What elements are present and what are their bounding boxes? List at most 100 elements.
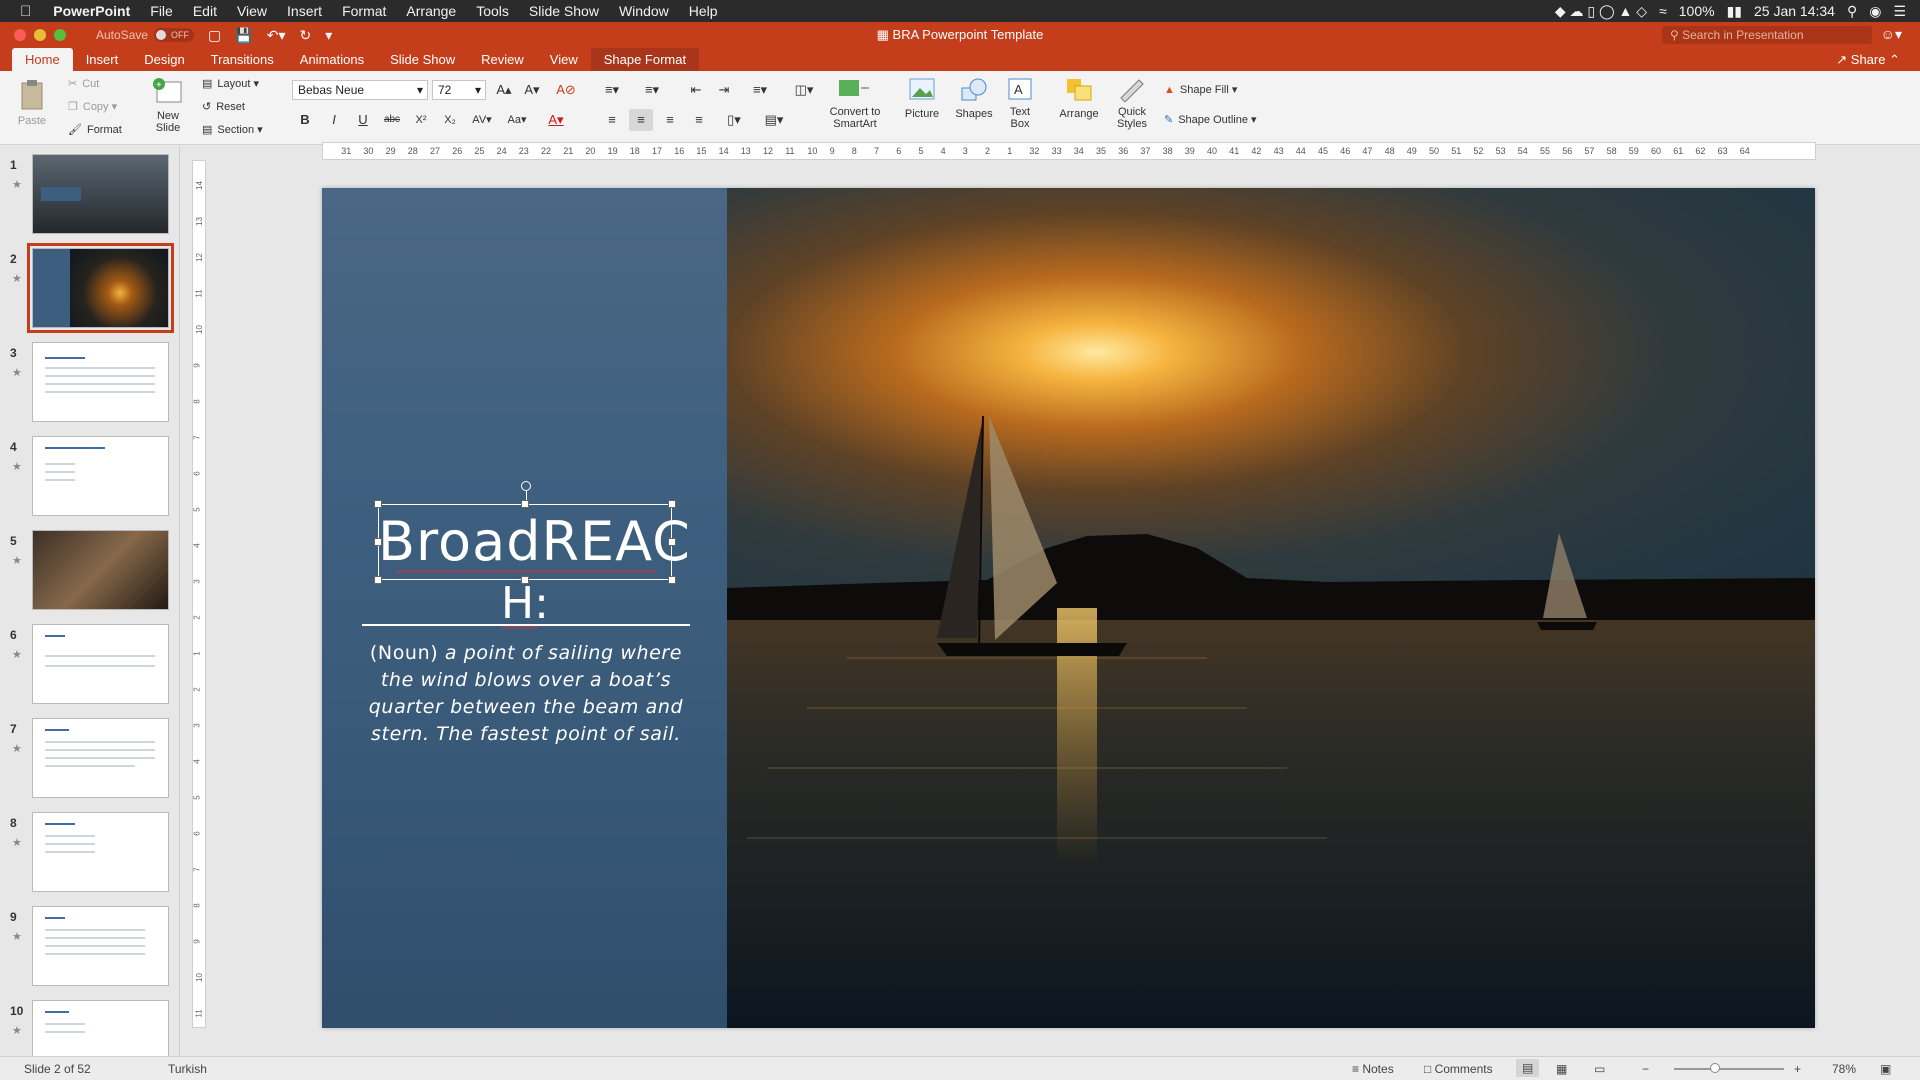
apple-icon[interactable]:  [0, 3, 43, 20]
align-left-icon[interactable]: ≡ [600, 109, 624, 131]
text-direction-icon[interactable]: ▯▾ [722, 109, 746, 131]
justify-icon[interactable]: ≡ [687, 109, 711, 131]
convert-to-smartart-button[interactable]: Convert to SmartArt [826, 76, 884, 130]
comments-button[interactable]: □ Comments [1424, 1062, 1493, 1076]
bold-button[interactable]: B [293, 109, 317, 131]
superscript-button[interactable]: X² [409, 109, 433, 131]
clock[interactable]: 25 Jan 14:34 [1754, 3, 1835, 19]
decrease-indent-icon[interactable]: ⇤ [684, 79, 708, 101]
tab-view[interactable]: View [537, 48, 591, 71]
status-icons[interactable]: ◆ ☁ ▯ ◯ ▲ ◇ [1555, 3, 1647, 20]
strikethrough-button[interactable]: abc [380, 109, 404, 131]
line-spacing-icon[interactable]: ≡▾ [748, 79, 772, 101]
tab-animations[interactable]: Animations [287, 48, 377, 71]
slide-thumbnails-pane[interactable]: 1 ★ 2 ★ 3 ★ 4 ★ 5 ★ 6 ★ 7 ★ 8 ★ 9 ★ 10 ★ [0, 146, 180, 1058]
zoom-slider[interactable] [1674, 1063, 1784, 1073]
zoom-window-button[interactable] [54, 29, 66, 41]
notes-button[interactable]: ≡ Notes [1352, 1062, 1394, 1076]
resize-handle-ne[interactable] [668, 500, 676, 508]
zoom-out-button[interactable]: − [1642, 1062, 1649, 1076]
horizontal-ruler[interactable]: 31 30 29 28 27 26 25 24 23 22 21 20 19 18 17 16 15 14 13 12… [322, 142, 1816, 160]
normal-view-icon[interactable]: ▤ [1516, 1059, 1540, 1077]
character-spacing-button[interactable]: AV▾ [470, 109, 494, 131]
vertical-ruler[interactable]: 14 13 12 11 10 9 8 7 6 5 4 3 2 1 2 3 4 5 6 7 8 9 10 11 [192, 160, 206, 1028]
clear-formatting-icon[interactable]: A⊘ [554, 79, 578, 101]
layout-button[interactable]: ▤ Layout ▾ [202, 77, 259, 91]
siri-icon[interactable]: ◉ [1869, 3, 1881, 20]
search-input[interactable]: ⚲ Search in Presentation [1662, 26, 1872, 44]
arrange-button[interactable]: Arrange [1056, 76, 1102, 120]
fit-to-window-icon[interactable]: ▣ [1880, 1062, 1891, 1076]
menu-help[interactable]: Help [679, 3, 728, 19]
change-case-button[interactable]: Aa▾ [505, 109, 529, 131]
reset-button[interactable]: ↺ Reset [202, 100, 245, 114]
shapes-button[interactable]: Shapes [952, 76, 996, 120]
menu-slide-show[interactable]: Slide Show [519, 3, 609, 19]
shape-outline-button[interactable]: ✎ Shape Outline ▾ [1164, 113, 1257, 127]
resize-handle-nw[interactable] [374, 500, 382, 508]
sidebar-toggle-icon[interactable]: ▢ [208, 27, 221, 44]
quick-styles-button[interactable]: Quick Styles [1110, 76, 1154, 130]
section-button[interactable]: ▤ Section ▾ [202, 123, 263, 137]
bullets-icon[interactable]: ≡▾ [600, 79, 624, 101]
menu-view[interactable]: View [227, 3, 277, 19]
menu-file[interactable]: File [140, 3, 183, 19]
italic-button[interactable]: I [322, 109, 346, 131]
paste-button[interactable]: Paste [12, 79, 52, 127]
increase-font-size-button[interactable]: A▴ [492, 79, 516, 101]
menu-app-name[interactable]: PowerPoint [43, 3, 140, 19]
menu-edit[interactable]: Edit [183, 3, 227, 19]
subscript-button[interactable]: X₂ [438, 109, 462, 131]
font-color-button[interactable]: A▾ [544, 109, 568, 131]
tab-home[interactable]: Home [12, 48, 73, 71]
tab-transitions[interactable]: Transitions [198, 48, 287, 71]
tab-shape-format[interactable]: Shape Format [590, 48, 700, 71]
zoom-level[interactable]: 78% [1832, 1062, 1856, 1076]
font-name-select[interactable]: Bebas Neue ▾ [292, 80, 428, 100]
battery-percent[interactable]: 100% [1679, 3, 1715, 19]
feedback-smiley-icon[interactable]: ☺▾ [1881, 26, 1902, 43]
tab-insert[interactable]: Insert [73, 48, 132, 71]
text-box-button[interactable]: A Text Box [1002, 76, 1038, 130]
battery-icon[interactable]: ▮▮ [1727, 3, 1742, 20]
tab-slide-show[interactable]: Slide Show [377, 48, 468, 71]
save-icon[interactable]: 💾 [235, 27, 252, 44]
numbering-icon[interactable]: ≡▾ [640, 79, 664, 101]
notification-center-icon[interactable]: ☰ [1893, 3, 1906, 20]
tab-design[interactable]: Design [131, 48, 197, 71]
menu-insert[interactable]: Insert [277, 3, 332, 19]
font-size-select[interactable]: 72 ▾ [432, 80, 486, 100]
autosave-switch[interactable]: OFF [154, 28, 195, 42]
close-window-button[interactable] [14, 29, 26, 41]
menu-format[interactable]: Format [332, 3, 396, 19]
resize-handle-n[interactable] [521, 500, 529, 508]
copy-button[interactable]: ❐ Copy ▾ [68, 100, 117, 114]
underline-button[interactable]: U [351, 109, 375, 131]
align-right-icon[interactable]: ≡ [658, 109, 682, 131]
undo-icon[interactable]: ↶▾ [267, 27, 286, 44]
align-center-icon[interactable]: ≡ [629, 109, 653, 131]
slide-title-continued[interactable]: H: [378, 578, 672, 630]
menu-arrange[interactable]: Arrange [396, 3, 466, 19]
decrease-font-size-button[interactable]: A▾ [520, 79, 544, 101]
wifi-icon[interactable]: ≈ [1659, 3, 1667, 19]
zoom-slider-thumb[interactable] [1710, 1063, 1720, 1073]
align-text-icon[interactable]: ▤▾ [762, 109, 786, 131]
picture-button[interactable]: Picture [900, 76, 944, 120]
rotate-handle[interactable] [521, 481, 531, 491]
tab-review[interactable]: Review [468, 48, 537, 71]
customize-toolbar-icon[interactable]: ▾ [325, 27, 332, 44]
slide-sorter-icon[interactable]: ▦ [1556, 1062, 1567, 1076]
share-button[interactable]: ↗ Share ⌃ [1836, 48, 1920, 71]
new-slide-button[interactable]: + New Slide [146, 76, 190, 134]
slide-title[interactable]: BroadREAC [378, 510, 690, 574]
menu-tools[interactable]: Tools [466, 3, 519, 19]
shape-fill-button[interactable]: ▲ Shape Fill ▾ [1164, 83, 1237, 97]
slide-canvas[interactable]: BroadREAC H: (Noun) a point of sailing w… [322, 188, 1815, 1028]
columns-icon[interactable]: ◫▾ [792, 79, 816, 101]
spotlight-icon[interactable]: ⚲ [1847, 3, 1857, 20]
autosave-toggle[interactable]: AutoSave OFF [96, 28, 195, 42]
format-painter-button[interactable]: 🖌 Format [68, 123, 122, 137]
minimize-window-button[interactable] [34, 29, 46, 41]
language-indicator[interactable]: Turkish [168, 1062, 207, 1076]
